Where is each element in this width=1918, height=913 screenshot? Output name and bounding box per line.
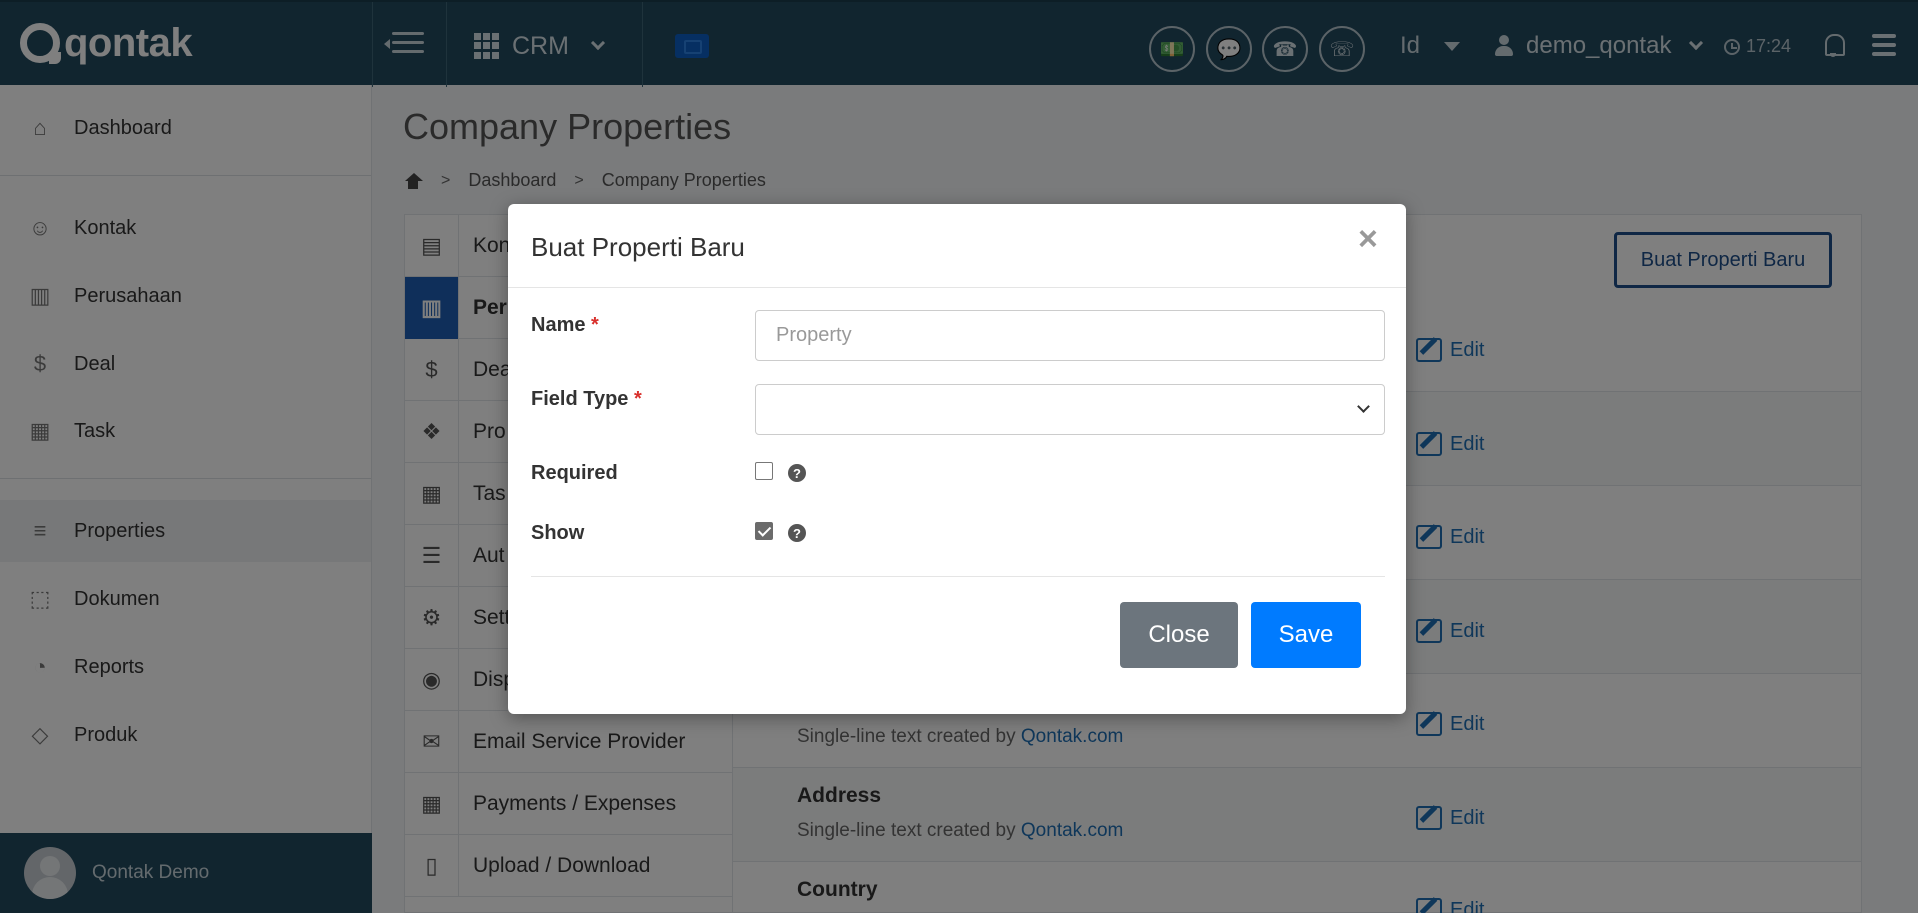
required-mark: *: [591, 314, 599, 336]
modal-header: Buat Properti Baru ×: [508, 204, 1406, 288]
help-icon[interactable]: ?: [788, 524, 806, 542]
show-checkbox[interactable]: [755, 522, 773, 540]
help-icon[interactable]: ?: [788, 464, 806, 482]
chevron-down-icon: [1357, 400, 1370, 413]
required-checkbox[interactable]: [755, 462, 773, 480]
save-button[interactable]: Save: [1251, 602, 1361, 668]
show-label: Show: [531, 522, 585, 544]
required-label: Required: [531, 462, 618, 484]
name-label: Name *: [531, 314, 599, 337]
close-button[interactable]: Close: [1120, 602, 1238, 668]
divider: [531, 576, 1385, 577]
create-property-modal: Buat Properti Baru × Name * Field Type *…: [508, 204, 1406, 714]
name-label-text: Name: [531, 314, 586, 336]
close-icon[interactable]: ×: [1358, 222, 1378, 256]
field-type-label: Field Type *: [531, 388, 642, 411]
name-input[interactable]: [755, 310, 1385, 361]
modal-title: Buat Properti Baru: [531, 232, 745, 262]
field-type-select[interactable]: [755, 384, 1385, 435]
field-type-label-text: Field Type: [531, 388, 629, 410]
required-mark: *: [633, 388, 642, 410]
